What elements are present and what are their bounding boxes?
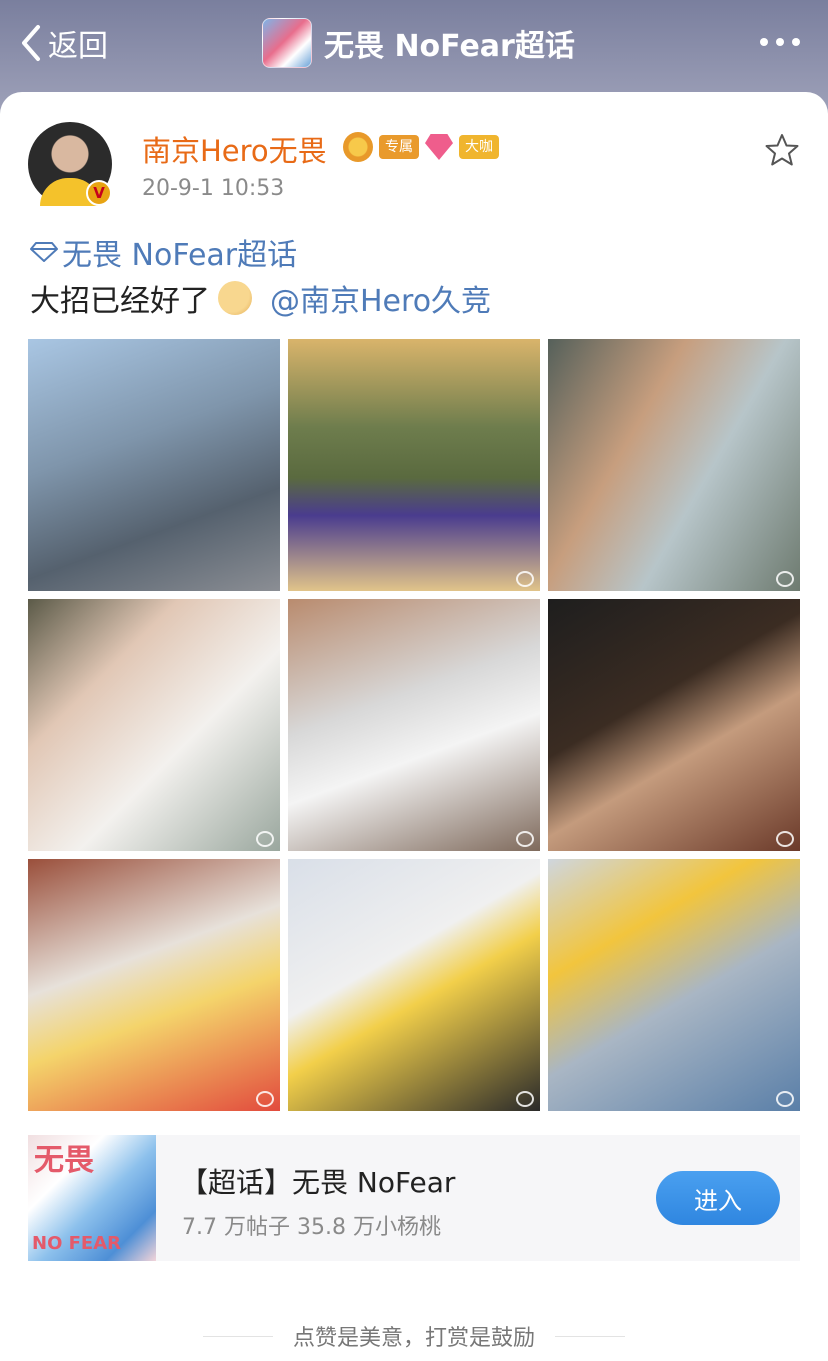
photo-grid (28, 339, 800, 1111)
more-options-button[interactable] (760, 38, 800, 46)
enter-topic-button[interactable]: 进入 (656, 1171, 780, 1225)
divider (555, 1335, 625, 1337)
weibo-watermark-icon (516, 831, 534, 847)
photo-heart-pose[interactable] (288, 599, 540, 851)
photo-filming[interactable] (288, 859, 540, 1111)
post-card: V 南京Hero无畏 专属 大咖 20-9-1 10:53 无畏 NoFear超… (0, 92, 828, 1361)
topic-card[interactable]: 无畏 NO FEAR 【超话】无畏 NoFear 7.7 万帖子 35.8 万小… (28, 1135, 800, 1261)
bigshot-badge[interactable]: 大咖 (459, 135, 499, 159)
diamond-level-icon[interactable] (425, 134, 453, 160)
reward-hint: 点赞是美意，打赏是鼓励 (0, 1320, 828, 1352)
back-label: 返回 (48, 29, 108, 64)
star-icon[interactable] (764, 132, 800, 168)
weibo-watermark-icon (256, 1091, 274, 1107)
nav-title-group[interactable]: 无畏 NoFear超话 (262, 18, 575, 68)
topic-name: 【超话】无畏 NoFear (180, 1166, 456, 1199)
divider (202, 1335, 273, 1337)
dot-icon (792, 38, 800, 46)
weibo-watermark-icon (776, 1091, 794, 1107)
topic-link-text: 无畏 NoFear超话 (62, 238, 298, 273)
weibo-watermark-icon (516, 1091, 534, 1107)
post-text: 大招已经好了 @南京Hero久竞 (30, 276, 491, 320)
dot-icon (760, 38, 768, 46)
post-timestamp: 20-9-1 10:53 (142, 176, 285, 201)
topic-cover-subtitle: NO FEAR (32, 1233, 122, 1254)
photo-soldiers-caps[interactable] (548, 339, 800, 591)
weibo-watermark-icon (776, 831, 794, 847)
doge-emoji-icon (218, 281, 252, 315)
username[interactable]: 南京Hero无畏 (142, 128, 327, 170)
weibo-watermark-icon (776, 571, 794, 587)
topic-stats: 7.7 万帖子 35.8 万小杨桃 (182, 1215, 441, 1240)
reward-hint-text: 点赞是美意，打赏是鼓励 (292, 1326, 535, 1351)
back-button[interactable]: 返回 (18, 20, 108, 66)
user-badges: 专属 大咖 (343, 132, 499, 162)
mention-link[interactable]: @南京Hero久竞 (270, 276, 491, 320)
verified-v-icon: V (86, 180, 112, 206)
photo-portrait-white-tee[interactable] (28, 599, 280, 851)
topic-link[interactable]: 无畏 NoFear超话 (30, 230, 297, 274)
diamond-topic-icon (30, 242, 58, 262)
chevron-left-icon (22, 25, 40, 61)
photo-team-banner[interactable] (288, 339, 540, 591)
top-nav-bar: 返回 无畏 NoFear超话 (0, 0, 828, 90)
topic-thumbnail (262, 18, 312, 68)
post-body-text: 大招已经好了 (30, 284, 210, 319)
photo-table-talk[interactable] (548, 599, 800, 851)
dot-icon (776, 38, 784, 46)
page-title: 无畏 NoFear超话 (324, 29, 575, 64)
topic-cover-image: 无畏 NO FEAR (28, 1135, 156, 1261)
weibo-watermark-icon (256, 831, 274, 847)
photo-bus[interactable] (548, 859, 800, 1111)
photo-restaurant[interactable] (28, 859, 280, 1111)
topic-cover-title: 无畏 (34, 1143, 94, 1178)
weibo-watermark-icon (516, 571, 534, 587)
photo-bridge[interactable] (28, 339, 280, 591)
exclusive-badge[interactable]: 专属 (379, 135, 419, 159)
crown-icon[interactable] (343, 132, 373, 162)
